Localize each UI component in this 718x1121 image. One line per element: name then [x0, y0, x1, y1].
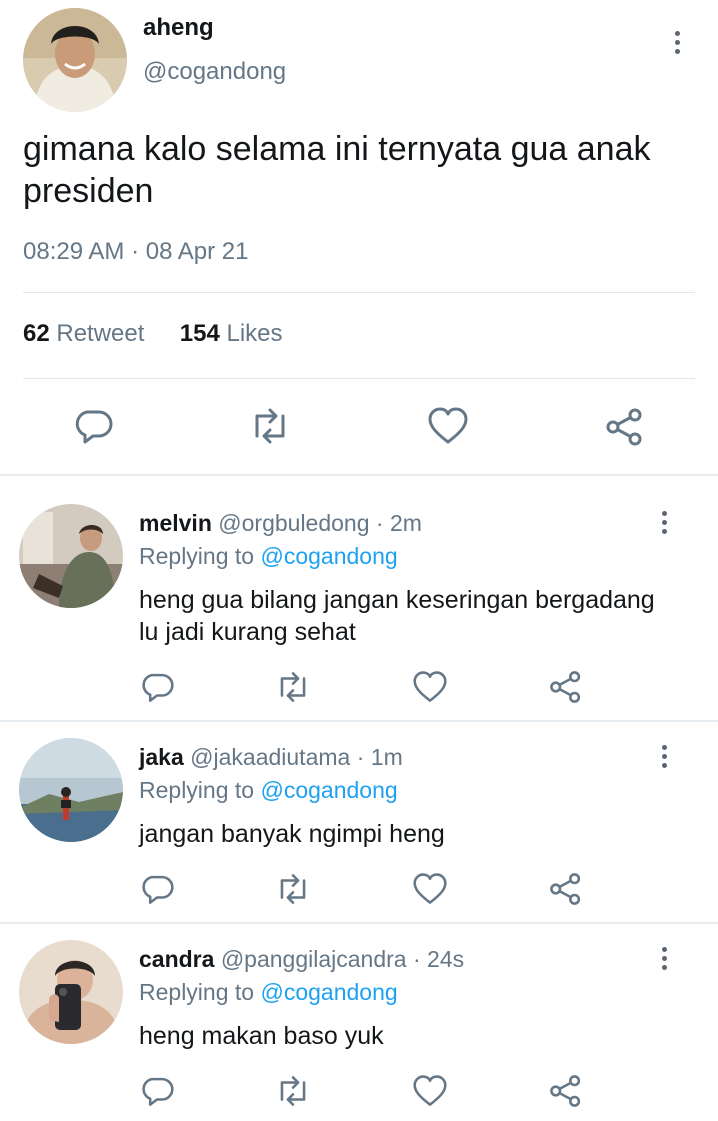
reply-avatar[interactable]	[19, 738, 123, 842]
replying-to-line: Replying to @cogandong	[139, 979, 398, 1006]
heart-icon	[413, 1075, 447, 1106]
reply-icon	[142, 875, 174, 904]
reply-icon	[142, 1077, 174, 1106]
main-author-handle[interactable]: @cogandong	[143, 58, 286, 86]
reply-retweet-button[interactable]	[274, 872, 312, 906]
reply-more-button[interactable]	[652, 502, 676, 542]
timestamp-separator: ·	[124, 238, 146, 265]
reply-share-button[interactable]	[548, 1073, 584, 1109]
main-author-name[interactable]: aheng	[143, 14, 214, 42]
reply-icon	[142, 673, 174, 702]
reply-age: 24s	[427, 946, 465, 972]
likes-label: Likes	[226, 320, 283, 347]
reply-like-button[interactable]	[412, 670, 448, 704]
retweet-icon	[255, 408, 285, 444]
likes-count: 154	[179, 320, 220, 347]
reply-like-button[interactable]	[412, 872, 448, 906]
replying-to-mention[interactable]: @cogandong	[260, 543, 397, 569]
divider	[23, 292, 695, 293]
retweet-icon	[280, 672, 306, 702]
divider	[0, 922, 718, 924]
reply-text: jangan banyak ngimpi heng	[139, 820, 445, 848]
reply-share-button[interactable]	[548, 871, 584, 907]
replying-to-mention[interactable]: @cogandong	[260, 777, 397, 803]
reply-retweet-button[interactable]	[274, 1074, 312, 1108]
reply-author-handle[interactable]: @panggilajcandra	[221, 946, 407, 972]
reply-author-name[interactable]: melvin	[139, 510, 212, 536]
main-author-avatar[interactable]	[23, 8, 127, 112]
retweet-count: 62	[23, 320, 50, 347]
retweet-icon	[280, 1076, 306, 1106]
tweet-text: gimana kalo selama ini ternyata gua anak…	[23, 130, 651, 210]
tweet-timestamp: 08:29 AM · 08 Apr 21	[23, 238, 248, 266]
replying-to-prefix: Replying to	[139, 777, 255, 803]
reply-reply-button[interactable]	[140, 872, 174, 906]
reply-reply-button[interactable]	[140, 1074, 174, 1108]
reply-more-button[interactable]	[652, 736, 676, 776]
reply-header: melvin @orgbuledong · 2m	[139, 510, 422, 536]
reply-author-name[interactable]: jaka	[139, 744, 184, 770]
reply-avatar[interactable]	[19, 940, 123, 1044]
reply-more-button[interactable]	[652, 938, 676, 978]
replying-to-mention[interactable]: @cogandong	[260, 979, 397, 1005]
main-reply-button[interactable]	[73, 406, 113, 446]
retweet-label: Retweet	[56, 320, 145, 347]
replying-to-line: Replying to @cogandong	[139, 777, 398, 804]
replying-to-prefix: Replying to	[139, 543, 255, 569]
main-retweet-button[interactable]	[248, 406, 292, 446]
reply-like-button[interactable]	[412, 1074, 448, 1108]
reply-age: 1m	[370, 744, 403, 770]
main-like-button[interactable]	[427, 406, 469, 446]
main-share-button[interactable]	[604, 406, 646, 448]
share-icon	[606, 408, 642, 446]
reply-header: jaka @jakaadiutama · 1m	[139, 744, 403, 770]
divider	[0, 474, 718, 476]
replying-to-prefix: Replying to	[139, 979, 255, 1005]
reply-icon	[75, 410, 113, 444]
reply-author-handle[interactable]: @orgbuledong	[218, 510, 369, 536]
reply-author-handle[interactable]: @jakaadiutama	[190, 744, 350, 770]
main-more-button[interactable]	[665, 22, 689, 62]
more-vertical-icon	[661, 744, 667, 750]
heart-icon	[428, 407, 468, 444]
more-vertical-icon	[661, 946, 667, 952]
divider	[0, 720, 718, 722]
tweet-time: 08:29 AM	[23, 238, 125, 265]
heart-icon	[413, 873, 447, 904]
share-icon	[550, 873, 581, 905]
replying-to-line: Replying to @cogandong	[139, 543, 398, 570]
reply-avatar[interactable]	[19, 504, 123, 608]
reply-age: 2m	[389, 510, 422, 536]
tweet-date: 08 Apr 21	[145, 238, 249, 265]
more-vertical-icon	[661, 510, 667, 516]
reply-header: candra @panggilajcandra · 24s	[139, 946, 465, 972]
reply-reply-button[interactable]	[140, 670, 174, 704]
tweet-stats: 62 Retweet 154 Likes	[23, 320, 283, 348]
retweet-stat[interactable]: 62 Retweet	[23, 320, 144, 347]
reply-text: heng gua bilang jangan keseringan bergad…	[139, 586, 655, 646]
reply-text: heng makan baso yuk	[139, 1022, 384, 1050]
likes-stat[interactable]: 154 Likes	[180, 320, 283, 347]
more-vertical-icon	[674, 30, 680, 36]
retweet-icon	[280, 874, 306, 904]
share-icon	[550, 671, 581, 703]
share-icon	[550, 1075, 581, 1107]
divider	[23, 378, 695, 379]
reply-author-name[interactable]: candra	[139, 946, 214, 972]
heart-icon	[413, 671, 447, 702]
reply-share-button[interactable]	[548, 669, 584, 705]
reply-retweet-button[interactable]	[274, 670, 312, 704]
